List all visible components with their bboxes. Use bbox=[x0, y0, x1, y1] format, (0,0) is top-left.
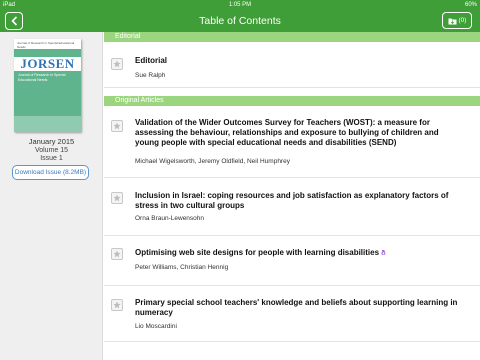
section-header-original-articles: Original Articles bbox=[104, 96, 480, 106]
article-title: Primary special school teachers' knowled… bbox=[135, 298, 458, 317]
battery-label: 60% bbox=[464, 2, 477, 8]
favorite-star-button[interactable] bbox=[111, 248, 123, 260]
favorite-star-button[interactable] bbox=[111, 120, 123, 132]
cover-title: JORSEN bbox=[14, 57, 81, 71]
issue-info: January 2015 Volume 15 Issue 1 bbox=[0, 137, 103, 164]
status-bar: iPad 1:05 PM 60% bbox=[0, 0, 480, 10]
download-count: (0) bbox=[458, 17, 467, 24]
table-of-contents: Editorial Editorial Sue Ralph Original A… bbox=[104, 32, 480, 360]
star-icon bbox=[113, 301, 121, 309]
issue-number: Issue 1 bbox=[40, 155, 63, 162]
page-title: Table of Contents bbox=[199, 15, 281, 27]
article-authors: Sue Ralph bbox=[135, 72, 166, 79]
cover-subtitle: Journal of Research in Special Education… bbox=[18, 73, 66, 82]
article-row[interactable]: Primary special school teachers' knowled… bbox=[104, 286, 480, 342]
article-row[interactable]: Validation of the Wider Outcomes Survey … bbox=[104, 106, 480, 178]
article-row[interactable]: Optimising web site designs for people w… bbox=[104, 236, 480, 286]
article-authors: Michael Wigelsworth, Jeremy Oldfield, Ne… bbox=[135, 158, 290, 165]
article-authors: Orna Braun-Lewensohn bbox=[135, 215, 205, 222]
article-title-container: Optimising web site designs for people w… bbox=[135, 248, 462, 259]
issue-sidebar: Journal of Research in Special Education… bbox=[0, 32, 103, 360]
issue-volume: Volume 15 bbox=[34, 146, 69, 154]
star-icon bbox=[113, 194, 121, 202]
issue-date: January 2015 bbox=[28, 137, 75, 146]
article-title: Optimising web site designs for people w… bbox=[135, 248, 380, 257]
favorite-star-button[interactable] bbox=[111, 192, 123, 204]
article-title: Validation of the Wider Outcomes Survey … bbox=[135, 118, 439, 147]
downloads-button[interactable]: (0) bbox=[442, 12, 472, 29]
article-authors: Peter Williams, Christian Hennig bbox=[135, 264, 229, 271]
download-issue-button[interactable]: Download Issue (8.2MB) bbox=[12, 165, 89, 180]
journal-cover[interactable]: Journal of Research in Special Education… bbox=[14, 39, 81, 132]
article-title: Editorial bbox=[135, 56, 168, 65]
star-icon bbox=[113, 250, 121, 258]
article-row[interactable]: Editorial Sue Ralph bbox=[104, 42, 480, 88]
favorite-star-button[interactable] bbox=[111, 58, 123, 70]
article-row[interactable]: Inclusion in Israel: coping resources an… bbox=[104, 178, 480, 236]
navigation-bar: Table of Contents (0) bbox=[0, 10, 480, 32]
article-authors: Lio Moscardini bbox=[135, 323, 177, 330]
star-icon bbox=[113, 60, 121, 68]
status-time: 1:05 PM bbox=[228, 2, 252, 8]
section-header-editorial: Editorial bbox=[104, 32, 480, 42]
favorite-star-button[interactable] bbox=[111, 299, 123, 311]
download-folder-icon bbox=[448, 18, 457, 24]
article-title: Inclusion in Israel: coping resources an… bbox=[135, 191, 449, 210]
star-icon bbox=[113, 122, 121, 130]
open-lock-icon: 𝛅 bbox=[381, 250, 386, 257]
cover-header-text: Journal of Research in Special Education… bbox=[14, 39, 81, 49]
cover-footer-band bbox=[14, 116, 81, 132]
